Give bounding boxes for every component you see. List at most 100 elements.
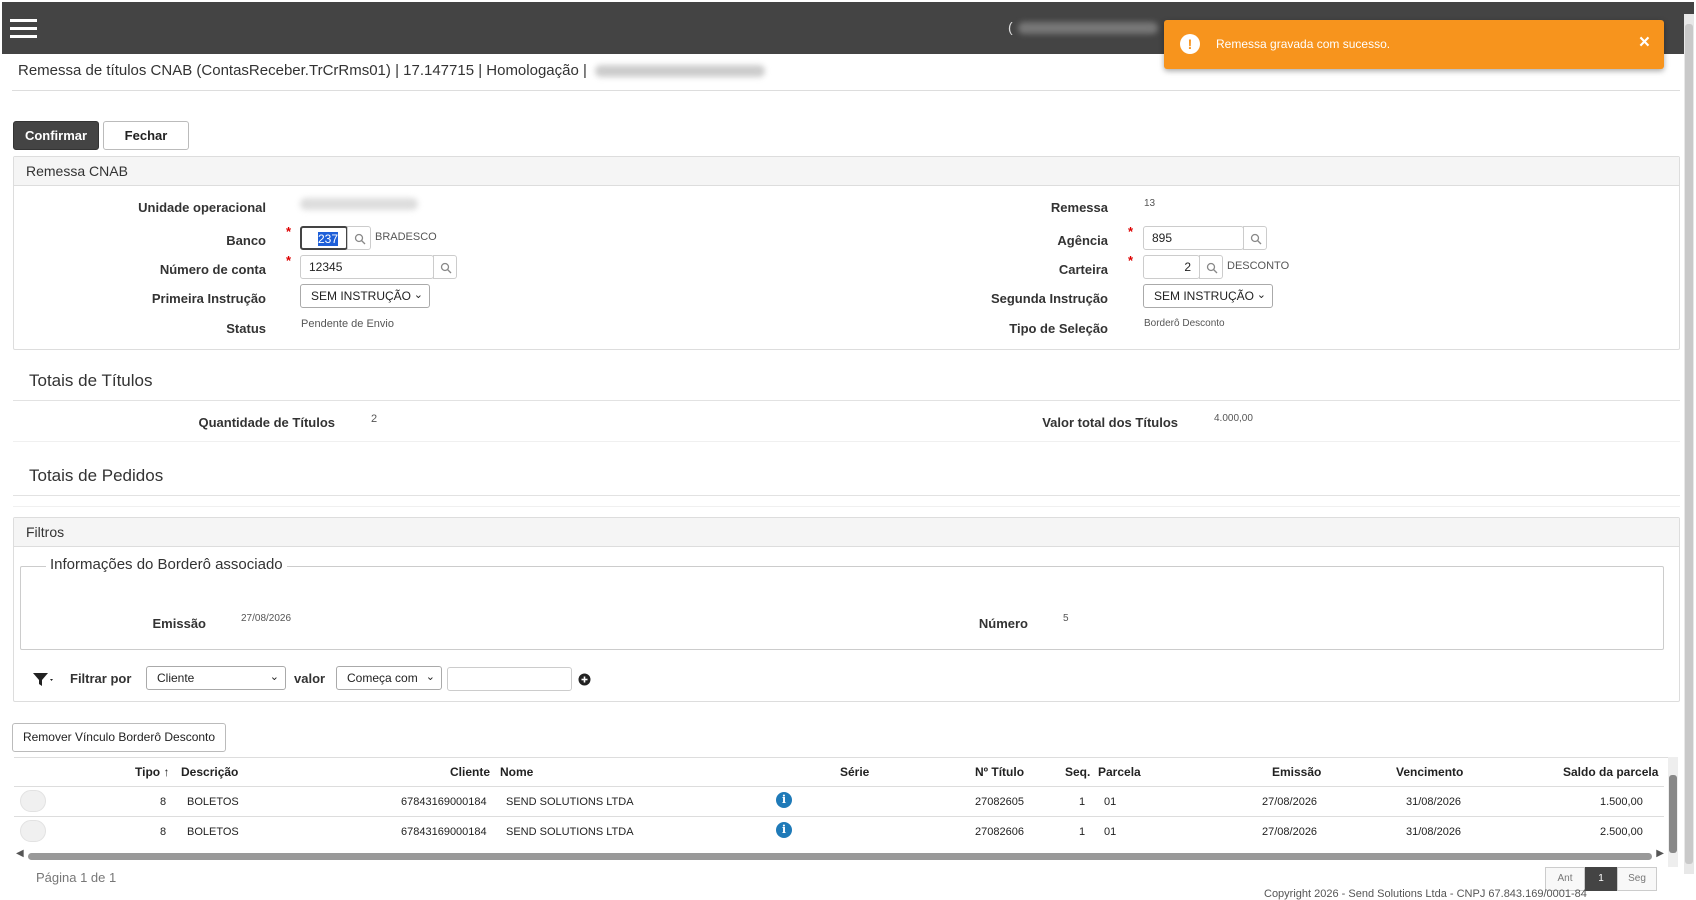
status-label: Status xyxy=(226,321,266,336)
required-marker: * xyxy=(286,224,292,239)
cell-descricao: BOLETOS xyxy=(187,826,239,838)
pager-page-button[interactable]: 1 xyxy=(1585,867,1617,891)
toast-message: Remessa gravada com sucesso. xyxy=(1216,37,1391,51)
cell-tipo: 8 xyxy=(160,826,167,838)
divider xyxy=(13,400,1680,401)
bordero-legend: Informações do Borderô associado xyxy=(46,556,287,573)
chevron-down-icon: ⌄ xyxy=(269,671,279,683)
segunda-value: SEM INSTRUÇÃO xyxy=(1154,289,1255,303)
scroll-left-icon[interactable]: ◀ xyxy=(16,848,24,859)
search-icon xyxy=(354,233,366,245)
confirm-button[interactable]: Confirmar xyxy=(13,121,99,150)
carteira-name: DESCONTO xyxy=(1227,260,1290,272)
success-toast: ! Remessa gravada com sucesso. × xyxy=(1164,20,1664,69)
add-filter-icon[interactable] xyxy=(578,673,591,686)
pager-text: Página 1 de 1 xyxy=(36,870,117,885)
segunda-select[interactable]: SEM INSTRUÇÃO ⌄ xyxy=(1143,284,1273,308)
carteira-input[interactable]: 2 xyxy=(1143,255,1200,279)
col-vencimento[interactable]: Vencimento xyxy=(1396,765,1463,779)
cell-emissao: 27/08/2026 xyxy=(1262,826,1318,838)
banco-name: BRADESCO xyxy=(375,231,437,243)
numero-value: 5 xyxy=(1063,613,1069,624)
emissao-value: 27/08/2026 xyxy=(241,613,292,624)
banco-label: Banco xyxy=(226,233,266,248)
menu-icon[interactable] xyxy=(10,19,37,39)
cell-cliente: 67843169000184 xyxy=(401,796,487,808)
filter-icon[interactable] xyxy=(32,671,56,689)
info-icon[interactable]: i xyxy=(776,822,792,838)
sort-asc-icon: ↑ xyxy=(163,765,170,779)
col-saldo[interactable]: Saldo da parcela xyxy=(1563,765,1658,779)
emissao-label: Emissão xyxy=(152,616,206,631)
unidade-label: Unidade operacional xyxy=(138,200,266,215)
col-descricao[interactable]: Descrição xyxy=(181,765,238,779)
search-icon xyxy=(1206,262,1218,274)
col-cliente[interactable]: Cliente xyxy=(450,765,490,779)
cell-cliente: 67843169000184 xyxy=(401,826,487,838)
blurred-unidade xyxy=(300,198,418,210)
col-nome[interactable]: Nome xyxy=(500,765,533,779)
col-titulo[interactable]: Nº Título xyxy=(975,765,1024,779)
titles-grid xyxy=(14,757,1678,758)
conta-label: Número de conta xyxy=(159,262,266,277)
scroll-right-icon[interactable]: ▶ xyxy=(1656,848,1664,859)
carteira-label: Carteira xyxy=(1058,262,1108,277)
col-seq[interactable]: Seq. xyxy=(1065,765,1090,779)
conta-lookup-button[interactable] xyxy=(433,255,457,279)
filtrar-value: Cliente xyxy=(157,671,195,685)
cell-parcela: 01 xyxy=(1104,796,1117,808)
primeira-select[interactable]: SEM INSTRUÇÃO ⌄ xyxy=(300,284,430,308)
qtd-value: 2 xyxy=(371,413,378,425)
agencia-lookup-button[interactable] xyxy=(1243,226,1267,250)
remove-bordero-button[interactable]: Remover Vínculo Borderô Desconto xyxy=(12,723,226,752)
col-emissao[interactable]: Emissão xyxy=(1272,765,1321,779)
close-icon[interactable]: × xyxy=(1639,32,1650,54)
cell-seq: 1 xyxy=(1079,796,1086,808)
carteira-lookup-button[interactable] xyxy=(1199,255,1223,279)
bordero-fieldset xyxy=(20,566,1664,650)
grid-vertical-scrollbar[interactable] xyxy=(1668,757,1678,867)
page-scrollbar[interactable] xyxy=(1684,14,1694,874)
divider xyxy=(13,441,1680,442)
totais-titulos-title: Totais de Títulos xyxy=(29,371,153,390)
col-tipo[interactable]: Tipo ↑ xyxy=(135,765,169,779)
remessa-value: 13 xyxy=(1144,198,1156,209)
filtrar-select[interactable]: Cliente ⌄ xyxy=(146,666,286,690)
cell-parcela: 01 xyxy=(1104,826,1117,838)
condition-select[interactable]: Começa com ⌄ xyxy=(336,666,442,690)
pager-next-button[interactable]: Seg xyxy=(1617,867,1657,891)
cell-nome: SEND SOLUTIONS LTDA xyxy=(506,826,634,838)
close-button[interactable]: Fechar xyxy=(103,121,189,150)
banco-lookup-button[interactable] xyxy=(347,226,371,250)
agencia-input[interactable]: 895 xyxy=(1143,226,1244,250)
page-scrollbar-thumb[interactable] xyxy=(1685,24,1693,864)
totais-pedidos-title: Totais de Pedidos xyxy=(29,466,164,485)
footer-copyright: Copyright 2026 - Send Solutions Ltda - C… xyxy=(1264,888,1587,900)
blurred-user-name xyxy=(1018,22,1158,34)
grid-divider xyxy=(14,816,1664,817)
col-tipo-label: Tipo xyxy=(135,765,161,779)
grid-horizontal-scrollbar[interactable]: ◀ ▶ xyxy=(16,848,1664,862)
valor-filter-label: valor xyxy=(294,671,326,686)
banco-input[interactable]: 237 xyxy=(300,226,348,250)
agencia-label: Agência xyxy=(1057,233,1108,248)
row-view-icon[interactable] xyxy=(20,820,46,842)
tipo-label: Tipo de Seleção xyxy=(1009,321,1108,336)
cell-titulo: 27082605 xyxy=(975,796,1024,808)
conta-input[interactable]: 12345 xyxy=(300,255,434,279)
col-parcela[interactable]: Parcela xyxy=(1098,765,1141,779)
cell-emissao: 27/08/2026 xyxy=(1262,796,1318,808)
info-icon[interactable]: i xyxy=(776,792,792,808)
grid-scroll-thumb[interactable] xyxy=(28,853,1652,860)
user-paren: ( xyxy=(1008,19,1013,35)
row-view-icon[interactable] xyxy=(20,790,46,812)
grid-vscroll-thumb[interactable] xyxy=(1669,775,1677,853)
col-serie[interactable]: Série xyxy=(840,765,869,779)
numero-label: Número xyxy=(978,616,1028,631)
primeira-label: Primeira Instrução xyxy=(151,291,266,306)
condition-value: Começa com xyxy=(347,671,418,685)
filter-value-input[interactable] xyxy=(447,667,572,691)
chevron-down-icon: ⌄ xyxy=(425,671,435,683)
remessa-panel-title: Remessa CNAB xyxy=(14,157,1679,186)
cell-vencimento: 31/08/2026 xyxy=(1406,826,1462,838)
